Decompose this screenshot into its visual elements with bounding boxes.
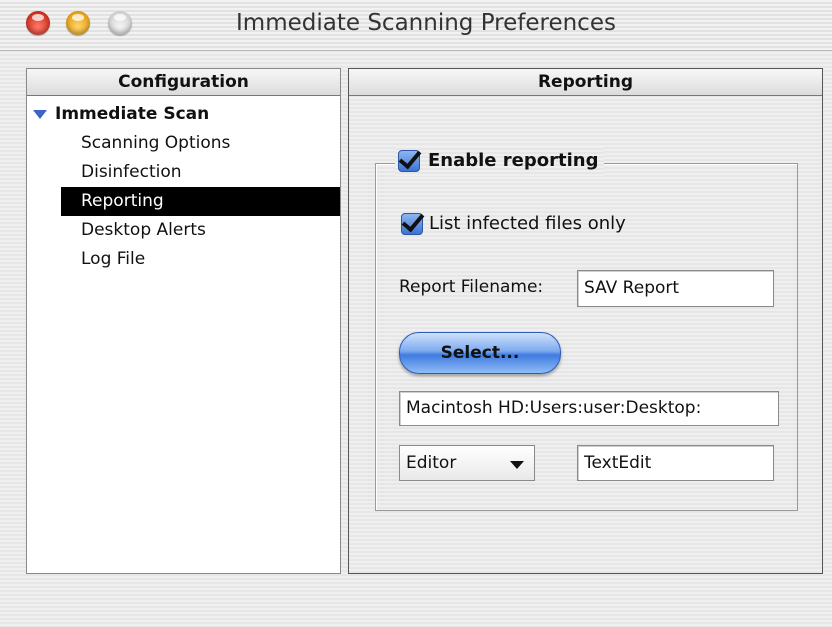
enable-reporting-label: Enable reporting bbox=[428, 150, 599, 171]
disclosure-triangle-icon[interactable] bbox=[33, 109, 47, 119]
checkbox-checked-icon[interactable] bbox=[398, 150, 420, 172]
sidebar-item-scanning-options[interactable]: Scanning Options bbox=[61, 129, 340, 158]
reporting-panel: Reporting Enable reporting List infected… bbox=[348, 68, 823, 574]
tree-root-immediate-scan[interactable]: Immediate Scan bbox=[33, 101, 209, 127]
editor-popup-menu[interactable]: Editor bbox=[399, 445, 535, 481]
report-path-field[interactable]: Macintosh HD:Users:user:Desktop: bbox=[399, 391, 779, 426]
enable-reporting-checkbox[interactable]: Enable reporting bbox=[395, 146, 605, 176]
sidebar-item-reporting[interactable]: Reporting bbox=[61, 187, 340, 216]
sidebar-item-log-file[interactable]: Log File bbox=[61, 245, 340, 274]
editor-app-input[interactable]: TextEdit bbox=[577, 445, 774, 481]
sidebar-item-disinfection[interactable]: Disinfection bbox=[61, 158, 340, 187]
list-infected-label: List infected files only bbox=[429, 213, 626, 234]
window-title: Immediate Scanning Preferences bbox=[236, 10, 616, 36]
checkbox-checked-icon[interactable] bbox=[401, 213, 423, 235]
list-infected-files-checkbox[interactable]: List infected files only bbox=[401, 209, 626, 239]
report-filename-input[interactable]: SAV Report bbox=[577, 270, 774, 307]
chevron-down-icon bbox=[510, 461, 524, 469]
select-button[interactable]: Select... bbox=[399, 332, 561, 374]
reporting-header: Reporting bbox=[349, 69, 822, 96]
report-filename-label: Report Filename: bbox=[399, 277, 544, 297]
tree-root-label: Immediate Scan bbox=[55, 104, 210, 124]
editor-popup-label: Editor bbox=[406, 453, 457, 473]
sidebar-item-desktop-alerts[interactable]: Desktop Alerts bbox=[61, 216, 340, 245]
title-bar[interactable]: Immediate Scanning Preferences bbox=[0, 0, 832, 51]
configuration-header: Configuration bbox=[27, 69, 340, 96]
configuration-panel: Configuration Immediate Scan Scanning Op… bbox=[26, 68, 341, 574]
